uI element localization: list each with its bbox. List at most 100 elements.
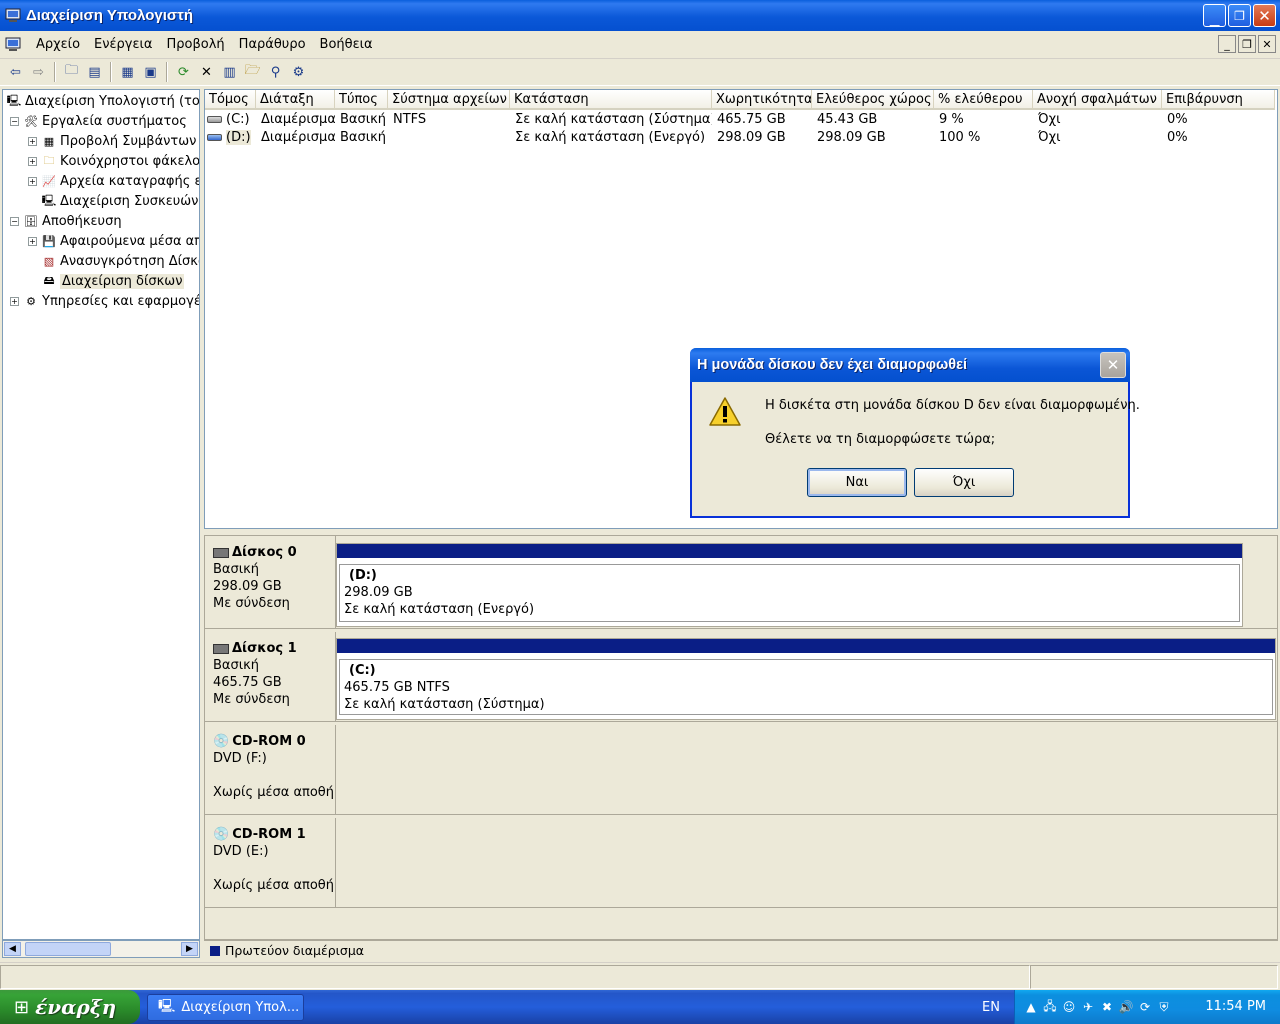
clock[interactable]: 11:54 PM <box>1205 999 1266 1014</box>
col-fault-tolerance[interactable]: Ανοχή σφαλμάτων <box>1033 90 1162 110</box>
tree-item-defragmenter[interactable]: ▧ Ανασυγκρότηση Δίσκω <box>41 251 199 271</box>
child-restore-button[interactable]: ❐ <box>1238 35 1256 53</box>
update-icon[interactable]: ⟳ <box>1137 999 1153 1015</box>
col-status[interactable]: Κατάσταση <box>510 90 712 110</box>
column-headers: Τόμος Διάταξη Τύπος Σύστημα αρχείων Κατά… <box>205 90 1275 110</box>
properties-icon[interactable]: ▦ <box>116 61 139 83</box>
tree-item-event-viewer[interactable]: + ▦ Προβολή Συμβάντων <box>28 131 196 151</box>
window-title: Διαχείριση Υπολογιστή <box>26 7 194 24</box>
cdrom-1-block[interactable]: 💿 CD-ROM 1 DVD (E:) Χωρίς μέσα αποθήκ <box>205 818 1277 907</box>
up-folder-icon[interactable]: 🗀 <box>60 61 83 83</box>
minimize-button[interactable]: ▁ <box>1203 4 1226 27</box>
bluetooth-icon[interactable]: ✈ <box>1080 999 1096 1015</box>
dialog-title-bar[interactable]: Η μονάδα δίσκου δεν έχει διαμορφωθεί ✕ <box>690 348 1130 382</box>
open-icon[interactable]: 🗁 <box>241 61 264 83</box>
expand-icon[interactable]: + <box>28 236 37 246</box>
dialog-close-button[interactable]: ✕ <box>1100 352 1126 378</box>
collapse-icon[interactable]: − <box>10 216 19 226</box>
window-title-bar[interactable]: Διαχείριση Υπολογιστή ▁ ❐ ✕ <box>0 0 1280 31</box>
menu-window[interactable]: Παράθυρο <box>232 37 313 52</box>
collapse-icon[interactable]: − <box>10 116 19 126</box>
restore-button[interactable]: ❐ <box>1228 4 1251 27</box>
scroll-left-icon[interactable]: ◀ <box>4 942 21 956</box>
start-button[interactable]: ⊞ έναρξη <box>0 990 140 1024</box>
col-volume[interactable]: Τόμος <box>205 90 256 110</box>
col-percent-free[interactable]: % ελεύθερου <box>934 90 1033 110</box>
refresh-icon[interactable]: ⟳ <box>172 61 195 83</box>
cd-drive-icon: 💿 <box>213 734 230 749</box>
tray-app-icon[interactable]: ▲ <box>1023 999 1039 1015</box>
expand-icon[interactable]: + <box>28 136 37 146</box>
cdrom-0-info[interactable]: 💿 CD-ROM 0 DVD (F:) Χωρίς μέσα αποθήκ <box>205 725 336 814</box>
tree-item-system-tools[interactable]: − 🛠 Εργαλεία συστήματος <box>10 111 187 131</box>
delete-icon[interactable]: ✕ <box>195 61 218 83</box>
restore-icon: ❐ <box>1234 8 1245 23</box>
menu-action[interactable]: Ενέργεια <box>87 37 159 52</box>
back-icon[interactable]: ⇦ <box>4 61 27 83</box>
services-icon: ⚙ <box>26 294 36 308</box>
table-row[interactable]: (D:) Διαμέρισμα Βασική Σε καλή κατάσταση… <box>205 129 1275 147</box>
col-capacity[interactable]: Χωρητικότητα <box>712 90 812 110</box>
console-tree[interactable]: 🖳 Διαχείριση Υπολογιστή (τοπικ − 🛠 Εργαλ… <box>2 89 200 940</box>
yes-button[interactable]: Ναι <box>807 468 907 497</box>
menu-view[interactable]: Προβολή <box>160 37 232 52</box>
tree-item-device-manager[interactable]: 🖳 Διαχείριση Συσκευών <box>41 191 199 211</box>
disk-1-info[interactable]: Δίσκος 1 Βασική 465.75 GB Με σύνδεση <box>205 632 336 721</box>
no-button[interactable]: Όχι <box>914 468 1014 497</box>
tree-horizontal-scrollbar[interactable]: ◀ ▶ <box>2 940 200 958</box>
col-filesystem[interactable]: Σύστημα αρχείων <box>388 90 510 110</box>
tree-item-storage[interactable]: − 🗄 Αποθήκευση <box>10 211 122 231</box>
show-hide-tree-icon[interactable]: ▤ <box>83 61 106 83</box>
disk-graphical-view[interactable]: Δίσκος 0 Βασική 298.09 GB Με σύνδεση (D:… <box>204 535 1278 940</box>
forward-icon[interactable]: ⇨ <box>27 61 50 83</box>
child-close-button[interactable]: ✕ <box>1258 35 1276 53</box>
scroll-right-icon[interactable]: ▶ <box>181 942 198 956</box>
cdrom-0-block[interactable]: 💿 CD-ROM 0 DVD (F:) Χωρίς μέσα αποθήκ <box>205 725 1277 814</box>
partition-c[interactable]: (C:) 465.75 GB NTFS Σε καλή κατάσταση (Σ… <box>336 638 1276 720</box>
network-icon[interactable]: 🖧 <box>1042 999 1058 1015</box>
scroll-thumb[interactable] <box>25 942 111 956</box>
language-indicator[interactable]: EN <box>982 1000 1000 1015</box>
disk-1-block[interactable]: Δίσκος 1 Βασική 465.75 GB Με σύνδεση (C:… <box>205 632 1277 721</box>
tree-item-services-apps[interactable]: + ⚙ Υπηρεσίες και εφαρμογές <box>10 291 199 311</box>
system-tray: ▲ 🖧 ☺ ✈ ✖ 🔊 ⟳ ⛨ 11:54 PM <box>1014 990 1280 1024</box>
properties-2-icon[interactable]: ▥ <box>218 61 241 83</box>
expand-icon[interactable]: + <box>28 156 37 166</box>
document-window-icon[interactable] <box>5 37 23 53</box>
table-row[interactable]: (C:) Διαμέρισμα Βασική NTFS Σε καλή κατά… <box>205 111 1275 129</box>
child-minimize-button[interactable]: _ <box>1218 35 1236 53</box>
col-layout[interactable]: Διάταξη <box>256 90 335 110</box>
cd-drive-icon: 💿 <box>213 827 230 842</box>
volume-icon <box>207 134 222 141</box>
volume-icon[interactable]: 🔊 <box>1118 999 1134 1015</box>
legend: Πρωτεύον διαμέρισμα <box>204 940 1278 960</box>
antivirus-icon[interactable]: ✖ <box>1099 999 1115 1015</box>
col-type[interactable]: Τύπος <box>335 90 388 110</box>
help-icon[interactable]: ▣ <box>139 61 162 83</box>
col-free-space[interactable]: Ελεύθερος χώρος <box>812 90 934 110</box>
menu-help[interactable]: Βοήθεια <box>313 37 380 52</box>
unformatted-disk-dialog[interactable]: Η μονάδα δίσκου δεν έχει διαμορφωθεί ✕ Η… <box>690 348 1140 518</box>
messenger-icon[interactable]: ☺ <box>1061 999 1077 1015</box>
col-overhead[interactable]: Επιβάρυνση <box>1162 90 1275 110</box>
tree-item-root[interactable]: 🖳 Διαχείριση Υπολογιστή (τοπικ <box>6 91 199 111</box>
disk-0-info[interactable]: Δίσκος 0 Βασική 298.09 GB Με σύνδεση <box>205 536 336 628</box>
tools-icon: 🛠 <box>24 114 38 128</box>
tree-item-disk-management[interactable]: 🖴 Διαχείριση δίσκων <box>41 271 185 291</box>
removable-storage-icon: 💾 <box>42 234 56 248</box>
settings-icon[interactable]: ⚙ <box>287 61 310 83</box>
tree-item-removable-storage[interactable]: + 💾 Αφαιρούμενα μέσα απ <box>28 231 199 251</box>
tree-item-performance-logs[interactable]: + 📈 Αρχεία καταγραφής επ <box>28 171 199 191</box>
partition-d[interactable]: (D:) 298.09 GB Σε καλή κατάσταση (Ενεργό… <box>336 543 1243 627</box>
search-icon[interactable]: ⚲ <box>264 61 287 83</box>
cdrom-1-info[interactable]: 💿 CD-ROM 1 DVD (E:) Χωρίς μέσα αποθήκ <box>205 818 336 907</box>
event-viewer-icon: ▦ <box>43 134 55 148</box>
taskbar-computer-management[interactable]: 🖳 Διαχείριση Υπολ... <box>147 994 304 1021</box>
expand-icon[interactable]: + <box>28 176 37 186</box>
expand-icon[interactable]: + <box>10 296 19 306</box>
menu-file[interactable]: Αρχείο <box>29 37 87 52</box>
security-icon[interactable]: ⛨ <box>1156 999 1172 1015</box>
close-button[interactable]: ✕ <box>1253 4 1276 27</box>
tree-item-shared-folders[interactable]: + 🗀 Κοινόχρηστοι φάκελοι <box>28 151 199 171</box>
disk-0-block[interactable]: Δίσκος 0 Βασική 298.09 GB Με σύνδεση (D:… <box>205 536 1277 628</box>
